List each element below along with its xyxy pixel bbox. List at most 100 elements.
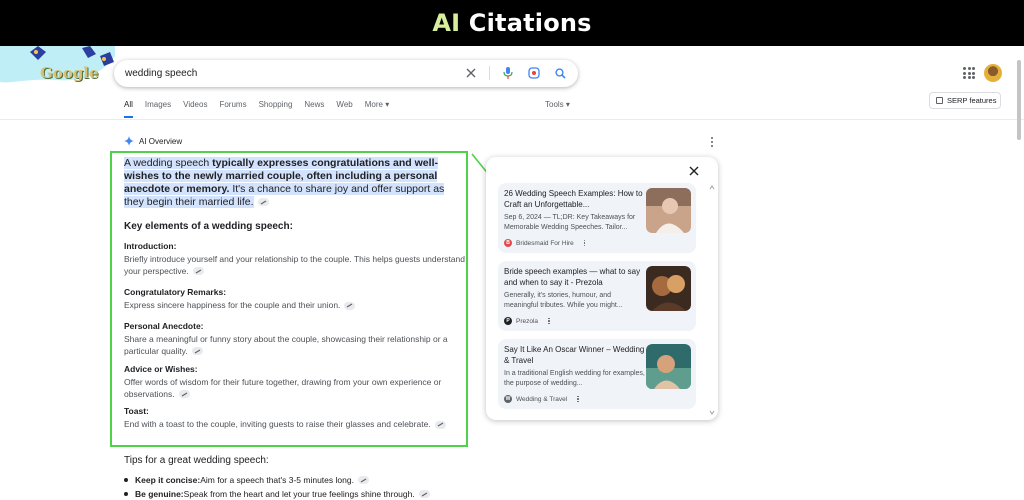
serp-features-label: SERP features [947, 96, 997, 105]
more-options-icon[interactable] [709, 137, 715, 147]
tip-bold: Keep it concise: [135, 475, 201, 485]
microphone-icon[interactable] [500, 65, 516, 81]
tools-label: Tools [545, 100, 564, 109]
banner-title: AI Citations [432, 9, 591, 37]
section-text: End with a toast to the couple, inviting… [124, 419, 431, 429]
chevron-down-icon: ▾ [565, 100, 570, 109]
close-icon[interactable] [687, 164, 701, 178]
citation-card[interactable]: Say It Like An Oscar Winner – Wedding & … [498, 339, 696, 409]
link-icon[interactable] [344, 301, 356, 310]
sparkle-icon [124, 136, 134, 146]
title-banner: AI Citations [0, 0, 1024, 46]
section-text-congratulatory: Express sincere happiness for the couple… [124, 300, 468, 312]
link-icon[interactable] [357, 476, 369, 484]
lens-icon[interactable] [526, 65, 542, 81]
tab-web[interactable]: Web [336, 100, 352, 109]
section-text-toast: End with a toast to the couple, inviting… [124, 419, 468, 431]
tip-text: Aim for a speech that's 3-5 minutes long… [200, 475, 354, 485]
account-avatar[interactable] [984, 64, 1002, 82]
citation-title[interactable]: Bride speech examples — what to say and … [504, 267, 646, 288]
search-tabs: All Images Videos Forums Shopping News W… [124, 100, 401, 118]
apps-grid-icon[interactable] [963, 67, 975, 79]
citation-source: P Prezola [504, 317, 550, 325]
ai-overview-header: AI Overview [124, 136, 182, 146]
citation-source: B Bridesmaid For Hire [504, 239, 586, 247]
citation-card[interactable]: 26 Wedding Speech Examples: How to Craft… [498, 183, 696, 253]
source-favicon-icon: B [504, 239, 512, 247]
search-icon[interactable] [552, 65, 568, 81]
tab-images[interactable]: Images [145, 100, 171, 109]
serp-features-button[interactable]: SERP features [929, 92, 1001, 109]
search-divider [489, 66, 490, 80]
search-box[interactable] [114, 60, 578, 87]
citation-card[interactable]: Bride speech examples — what to say and … [498, 261, 696, 331]
citation-thumbnail[interactable] [646, 344, 691, 389]
link-icon[interactable] [257, 198, 269, 207]
tab-forums[interactable]: Forums [219, 100, 246, 109]
section-title-introduction: Introduction: [124, 241, 177, 251]
tab-more-label: More [364, 100, 383, 109]
citation-source: W Wedding & Travel [504, 395, 579, 403]
page-scrollbar[interactable] [1017, 60, 1021, 140]
tip-bold: Be genuine: [135, 489, 184, 499]
more-options-icon[interactable] [583, 239, 586, 247]
source-name: Bridesmaid For Hire [516, 239, 574, 247]
tip-item: Be genuine: Speak from the heart and let… [124, 489, 430, 499]
tab-all[interactable]: All [124, 100, 133, 118]
source-name: Wedding & Travel [516, 395, 568, 403]
source-favicon-icon: P [504, 317, 512, 325]
citation-thumbnail[interactable] [646, 266, 691, 311]
clear-icon[interactable] [463, 65, 479, 81]
section-text-anecdote: Share a meaningful or funny story about … [124, 334, 468, 357]
section-text-advice: Offer words of wisdom for their future t… [124, 377, 468, 400]
link-icon[interactable] [418, 490, 430, 498]
summary-highlight: A wedding speech typically expresses con… [124, 157, 445, 208]
citation-snippet: Generally, it's stories, humour, and mea… [504, 292, 623, 309]
google-logo[interactable]: Google [40, 64, 99, 82]
section-title-advice: Advice or Wishes: [124, 364, 198, 374]
section-text: Briefly introduce yourself and your rela… [124, 254, 465, 276]
source-favicon-icon: W [504, 395, 512, 403]
citation-snippet: In a traditional English wedding for exa… [504, 370, 645, 387]
tab-shopping[interactable]: Shopping [259, 100, 293, 109]
source-name: Prezola [516, 317, 539, 325]
section-text-introduction: Briefly introduce yourself and your rela… [124, 254, 468, 277]
tip-item: Keep it concise: Aim for a speech that's… [124, 475, 369, 485]
panel-scrollbar[interactable] [708, 183, 716, 417]
bullet-icon [124, 492, 128, 496]
header-divider [0, 119, 1024, 120]
citations-panel: 26 Wedding Speech Examples: How to Craft… [486, 157, 718, 420]
overview-summary: A wedding speech typically expresses con… [124, 157, 462, 209]
banner-title-accent: AI [432, 9, 461, 37]
link-icon[interactable] [178, 390, 190, 399]
citation-title[interactable]: 26 Wedding Speech Examples: How to Craft… [504, 189, 646, 210]
tab-more[interactable]: More ▾ [365, 100, 389, 109]
more-options-icon[interactable] [577, 395, 579, 403]
section-title-anecdote: Personal Anecdote: [124, 321, 204, 331]
bullet-icon [124, 478, 128, 482]
ai-overview-label: AI Overview [139, 136, 183, 146]
checkbox-icon [936, 97, 943, 104]
citation-thumbnail[interactable] [646, 188, 691, 233]
tip-text: Speak from the heart and let your true f… [183, 489, 415, 499]
section-text: Share a meaningful or funny story about … [124, 334, 448, 356]
search-input[interactable] [125, 68, 485, 79]
banner-title-rest: Citations [460, 9, 592, 37]
link-icon[interactable] [192, 267, 204, 276]
link-icon[interactable] [434, 420, 446, 429]
more-options-icon[interactable] [548, 317, 550, 325]
link-icon[interactable] [191, 347, 203, 356]
section-text: Express sincere happiness for the couple… [124, 300, 341, 310]
citation-title[interactable]: Say It Like An Oscar Winner – Wedding & … [504, 345, 646, 366]
key-elements-heading: Key elements of a wedding speech: [124, 221, 293, 232]
search-actions [463, 65, 568, 81]
tab-videos[interactable]: Videos [183, 100, 207, 109]
chevron-down-icon: ▾ [385, 100, 390, 109]
tab-news[interactable]: News [304, 100, 324, 109]
tools-menu[interactable]: Tools ▾ [545, 100, 570, 109]
section-text: Offer words of wisdom for their future t… [124, 377, 442, 399]
citation-snippet: Sep 6, 2024 — TL;DR: Key Takeaways for M… [504, 214, 636, 231]
section-title-congratulatory: Congratulatory Remarks: [124, 287, 227, 297]
tips-heading: Tips for a great wedding speech: [124, 455, 269, 466]
summary-lead: A wedding speech [124, 157, 210, 169]
